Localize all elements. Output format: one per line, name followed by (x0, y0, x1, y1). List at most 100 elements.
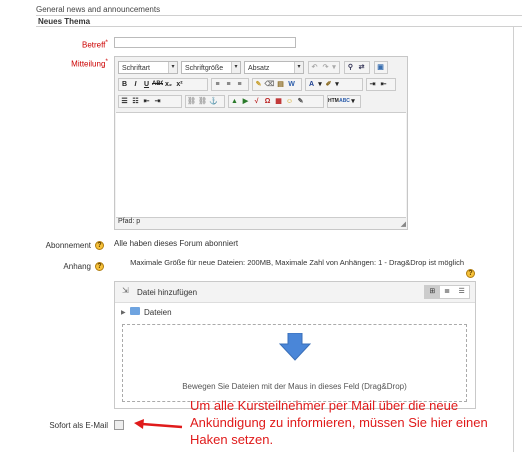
folder-label[interactable]: Dateien (144, 308, 172, 317)
help-icon[interactable]: ? (95, 262, 104, 271)
paste-word-icon[interactable]: W (286, 79, 297, 90)
message-label-text: Mitteilung (71, 59, 106, 69)
text-style-toolbar: B I U ABC x₂ x² (118, 78, 208, 91)
undo-toolbar: ↶ ↷ ▾ (308, 61, 340, 74)
emoticon-icon[interactable]: ☺ (284, 96, 295, 107)
undo-icon[interactable]: ↶ (309, 62, 320, 73)
folder-icon (130, 307, 140, 315)
chevron-down-icon: ▾ (351, 98, 355, 105)
align-left-icon[interactable]: ≡ (212, 79, 223, 90)
message-label: Mitteilung* (40, 58, 108, 69)
strikethrough-icon[interactable]: ABC (152, 79, 163, 90)
align-right-icon[interactable]: ≡ (234, 79, 245, 90)
message-editor[interactable]: Schriftart ▾ Schriftgröße ▾ Absatz ▾ ↶ ↷ ▾ ⚲ ⇄… (114, 56, 408, 230)
align-toolbar: ≡ ≡ ≡ (211, 78, 249, 91)
subject-label: Betreff* (40, 39, 108, 50)
fieldset-legend: Neues Thema (38, 17, 91, 26)
format-select[interactable]: Absatz ▾ (244, 61, 304, 74)
max-size-text: Maximale Größe für neue Dateien: 200MB, … (130, 258, 464, 267)
subscription-label: Abonnement (45, 241, 91, 250)
download-arrow-icon (279, 333, 311, 361)
editor-path: Pfad: p (118, 218, 141, 225)
chevron-down-icon: ▾ (335, 81, 339, 88)
highlight-icon[interactable]: ✐ (323, 79, 334, 90)
insert-toolbar: ▲ ▶ √ Ω ▦ ☺ ✎ (228, 95, 324, 108)
file-manager-toolbar: ⇲ Datei hinzufügen ⊞ ≣ ☰ (115, 282, 475, 303)
font-family-value: Schriftart (122, 65, 151, 72)
table-icon[interactable]: ▦ (273, 96, 284, 107)
expand-arrow-icon[interactable]: ▶ (121, 309, 126, 316)
view-toggle: ⊞ ≣ ☰ (424, 285, 470, 299)
subscription-text: Alle haben dieses Forum abonniert (114, 239, 239, 248)
font-color-icon[interactable]: A (306, 79, 317, 90)
resize-handle-icon[interactable]: ◢ (401, 220, 406, 228)
rtl-icon[interactable]: ⇤ (378, 79, 389, 90)
mail-now-checkbox[interactable] (114, 420, 124, 430)
font-size-select[interactable]: Schriftgröße ▾ (181, 61, 241, 74)
drop-zone[interactable]: Bewegen Sie Dateien mit der Maus in dies… (122, 324, 467, 402)
attachment-label: Anhang (63, 262, 91, 271)
max-size-info: Maximale Größe für neue Dateien: 200MB, … (130, 258, 464, 268)
color-toolbar: A ▾ ✐ ▾ (305, 78, 363, 91)
indent-icon[interactable]: ⇥ (152, 96, 163, 107)
eraser-icon[interactable]: ⌫ (264, 79, 275, 90)
bullet-list-icon[interactable]: ☰ (119, 96, 130, 107)
divider (36, 15, 522, 16)
align-center-icon[interactable]: ≡ (223, 79, 234, 90)
bold-icon[interactable]: B (119, 79, 130, 90)
required-marker: * (105, 58, 108, 65)
outdent-icon[interactable]: ⇤ (141, 96, 152, 107)
find-icon[interactable]: ⚲ (345, 62, 356, 73)
media-icon[interactable]: ▶ (240, 96, 251, 107)
fullscreen-icon[interactable]: ▣ (375, 62, 386, 73)
clipboard-toolbar: ✎ ⌫ ▤ W (252, 78, 302, 91)
required-marker: * (105, 39, 108, 46)
unlink-icon[interactable]: ⛓ (197, 96, 208, 107)
edit-icon[interactable]: ✎ (295, 96, 306, 107)
icon-view-icon[interactable]: ⊞ (425, 286, 440, 298)
format-value: Absatz (248, 65, 270, 72)
list-toolbar: ☰ ☷ ⇤ ⇥ (118, 95, 182, 108)
annotation-text: Um alle Kursteilnehmer per Mail über die… (190, 398, 488, 447)
file-manager: ⇲ Datei hinzufügen ⊞ ≣ ☰ ▶ Dateien Beweg… (114, 281, 476, 409)
subject-input[interactable] (114, 37, 296, 48)
special-char-icon[interactable]: Ω (262, 96, 273, 107)
annotation-arrow-icon (134, 419, 183, 429)
link-toolbar: ⛓ ⛓ ⚓ (185, 95, 225, 108)
fullscreen-toolbar: ▣ (374, 61, 388, 74)
help-icon[interactable]: ? (95, 241, 104, 250)
tree-view-icon[interactable]: ☰ (454, 286, 469, 298)
help-icon[interactable]: ? (466, 269, 475, 278)
replace-icon[interactable]: ⇄ (356, 62, 367, 73)
anchor-icon[interactable]: ⚓ (208, 96, 219, 107)
search-toolbar: ⚲ ⇄ (344, 61, 370, 74)
mail-now-label: Sofort als E-Mail (49, 421, 108, 430)
add-file-button[interactable]: Datei hinzufügen (137, 288, 197, 297)
fieldset-border (36, 26, 522, 27)
editor-content[interactable] (116, 112, 406, 218)
chevron-down-icon: ▾ (231, 62, 240, 73)
math-icon[interactable]: √ (251, 96, 262, 107)
subscript-icon[interactable]: x₂ (163, 79, 174, 90)
image-icon[interactable]: ▲ (229, 96, 240, 107)
paste-text-icon[interactable]: ▤ (275, 79, 286, 90)
drop-zone-text: Bewegen Sie Dateien mit der Maus in dies… (182, 382, 407, 391)
underline-icon[interactable]: U (141, 79, 152, 90)
redo-icon[interactable]: ↷ (320, 62, 331, 73)
superscript-icon[interactable]: x² (174, 79, 185, 90)
fieldset-right-border (513, 26, 514, 452)
add-file-icon[interactable]: ⇲ (122, 286, 129, 295)
link-icon[interactable]: ⛓ (186, 96, 197, 107)
subject-label-text: Betreff (81, 40, 106, 50)
font-size-value: Schriftgröße (185, 65, 224, 72)
font-family-select[interactable]: Schriftart ▾ (118, 61, 178, 74)
chevron-down-icon: ▾ (332, 64, 336, 71)
spellcheck-icon[interactable]: ABC (339, 96, 350, 107)
list-view-icon[interactable]: ≣ (440, 286, 455, 298)
italic-icon[interactable]: I (130, 79, 141, 90)
brush-icon[interactable]: ✎ (253, 79, 264, 90)
html-icon[interactable]: HTML (328, 96, 339, 107)
direction-toolbar: ⇥ ⇤ (366, 78, 396, 91)
numbered-list-icon[interactable]: ☷ (130, 96, 141, 107)
ltr-icon[interactable]: ⇥ (367, 79, 378, 90)
